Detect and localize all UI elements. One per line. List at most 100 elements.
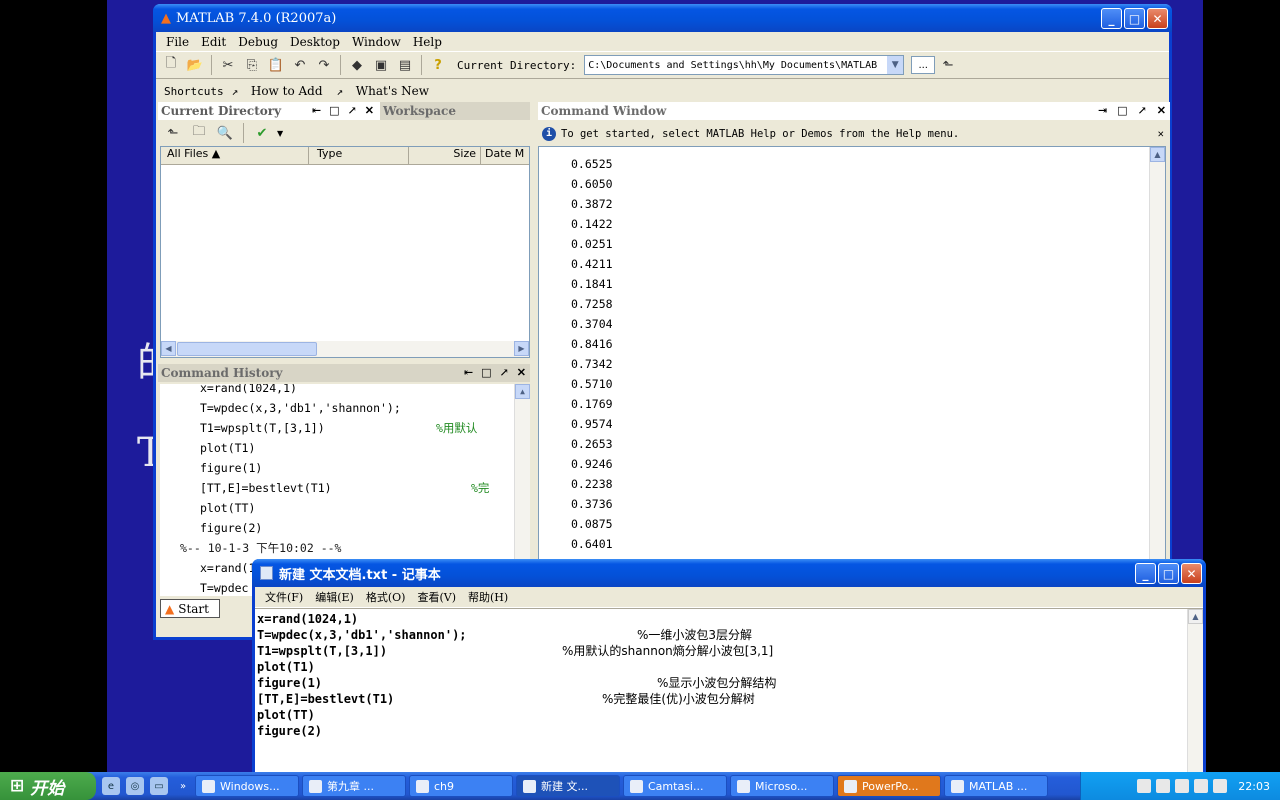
undock-icon[interactable]: □	[329, 104, 339, 117]
history-line[interactable]: x=rand(1024,1)	[166, 384, 512, 398]
paste-icon[interactable]: 📋	[265, 54, 287, 76]
menu-edit[interactable]: Edit	[195, 35, 232, 49]
cw-dock-icon[interactable]: ⇥	[1098, 104, 1107, 117]
menu-help[interactable]: Help	[407, 35, 448, 49]
how-to-add-link[interactable]: ↗ How to Add	[228, 84, 333, 98]
cw-close-icon[interactable]: ✕	[1157, 104, 1166, 117]
tray-security-icon[interactable]	[1213, 779, 1228, 793]
col-size[interactable]: Size	[409, 147, 481, 164]
new-folder-icon[interactable]: 🗀	[188, 122, 210, 144]
quicklaunch-more-icon[interactable]: »	[174, 777, 192, 795]
command-window-output[interactable]: 0.6525 0.6050 0.3872 0.1422 0.0251 0.4211 0.18…	[538, 146, 1166, 622]
history-line[interactable]: T=wpdec(x,3,'db1','shannon');	[166, 398, 512, 418]
browse-button[interactable]: ...	[911, 56, 936, 74]
np-menu-format[interactable]: 格式(O)	[360, 589, 412, 605]
taskbar-task[interactable]: MATLAB ...	[944, 775, 1048, 797]
history-line[interactable]: figure(1)	[166, 458, 512, 478]
current-directory-header[interactable]: Current Directory ⇤ □ ↗ ✕	[158, 102, 380, 120]
history-line[interactable]: plot(T1)	[166, 438, 512, 458]
quicklaunch-media-icon[interactable]: ◎	[126, 777, 144, 795]
open-file-icon[interactable]: 📂	[184, 54, 206, 76]
info-close-icon[interactable]: ✕	[1158, 128, 1164, 140]
history-line[interactable]: figure(2)	[166, 518, 512, 538]
command-window-header[interactable]: Command Window ⇥ □ ↗ ✕	[538, 102, 1170, 120]
notepad-minimize-button[interactable]: _	[1135, 563, 1156, 584]
new-file-icon[interactable]: 🗋	[160, 54, 182, 76]
current-dir-field[interactable]: C:\Documents and Settings\hh\My Document…	[584, 55, 905, 75]
tray-help-icon[interactable]	[1156, 779, 1171, 793]
history-maximize-icon[interactable]: ↗	[500, 366, 509, 379]
copy-icon[interactable]: ⎘	[241, 54, 263, 76]
workspace-tab[interactable]: Workspace	[380, 102, 530, 120]
taskbar-task[interactable]: PowerPo...	[837, 775, 941, 797]
scroll-left-icon[interactable]: ◀	[161, 341, 176, 356]
np-menu-edit[interactable]: 编辑(E)	[309, 589, 360, 605]
up-dir-icon[interactable]: ⬑	[162, 122, 184, 144]
history-close-icon[interactable]: ✕	[517, 366, 526, 379]
tray-keyboard-icon[interactable]	[1137, 779, 1152, 793]
np-scroll-up-icon[interactable]: ▲	[1188, 609, 1203, 624]
close-button[interactable]: ✕	[1147, 8, 1168, 29]
start-button[interactable]: ▲ Start	[160, 599, 220, 618]
command-history-header[interactable]: Command History ⇤ □ ↗ ✕	[158, 364, 530, 382]
maximize-button[interactable]: □	[1124, 8, 1145, 29]
dropdown-arrow-icon[interactable]: ▼	[887, 56, 904, 74]
tray-volume-icon[interactable]	[1194, 779, 1209, 793]
notepad-maximize-button[interactable]: □	[1158, 563, 1179, 584]
col-all-files[interactable]: All Files ▲	[161, 147, 309, 164]
history-scroll-up-icon[interactable]: ▲	[515, 384, 530, 399]
reports-dropdown-icon[interactable]: ▼	[277, 129, 283, 138]
menu-file[interactable]: File	[160, 35, 195, 49]
cw-scrollbar[interactable]: ▲	[1149, 147, 1165, 621]
taskbar-task[interactable]: Windows...	[195, 775, 299, 797]
menu-window[interactable]: Window	[346, 35, 407, 49]
redo-icon[interactable]: ↷	[313, 54, 335, 76]
quicklaunch-desktop-icon[interactable]: ▭	[150, 777, 168, 795]
history-line[interactable]: plot(TT)	[166, 498, 512, 518]
cut-icon[interactable]: ✂	[217, 54, 239, 76]
maximize-panel-icon[interactable]: ↗	[348, 104, 357, 117]
np-menu-help[interactable]: 帮助(H)	[462, 589, 514, 605]
taskbar-task[interactable]: 第九章 ...	[302, 775, 406, 797]
reports-icon[interactable]: ✔	[251, 122, 273, 144]
undo-icon[interactable]: ↶	[289, 54, 311, 76]
menu-debug[interactable]: Debug	[232, 35, 284, 49]
notepad-close-button[interactable]: ✕	[1181, 563, 1202, 584]
shortcuts-label[interactable]: Shortcuts	[160, 85, 228, 98]
taskbar-task[interactable]: 新建 文...	[516, 775, 620, 797]
np-menu-view[interactable]: 查看(V)	[411, 589, 462, 605]
dock-icon[interactable]: ⇤	[312, 104, 321, 117]
whats-new-link[interactable]: ↗ What's New	[333, 84, 439, 98]
scroll-right-icon[interactable]: ▶	[514, 341, 529, 356]
taskbar-task[interactable]: Camtasi...	[623, 775, 727, 797]
notepad-scrollbar[interactable]: ▲	[1187, 609, 1203, 772]
windows-start-button[interactable]: ⊞ 开始	[0, 772, 96, 800]
history-dock-icon[interactable]: ⇤	[464, 366, 473, 379]
history-line[interactable]: %-- 10-1-3 下午10:02 --%	[166, 538, 512, 558]
notepad-text-area[interactable]: x=rand(1024,1) T=wpdec(x,3,'db1','shannon…	[255, 608, 1203, 772]
up-folder-icon[interactable]: ⬑	[937, 54, 959, 76]
col-date[interactable]: Date M	[481, 147, 529, 164]
matlab-titlebar[interactable]: ▲ MATLAB 7.4.0 (R2007a) _ □ ✕	[153, 4, 1172, 32]
taskbar-task[interactable]: ch9	[409, 775, 513, 797]
cw-undock-icon[interactable]: □	[1117, 104, 1127, 117]
quicklaunch-ie-icon[interactable]: e	[102, 777, 120, 795]
minimize-button[interactable]: _	[1101, 8, 1122, 29]
tray-network-icon[interactable]	[1175, 779, 1190, 793]
notepad-titlebar[interactable]: 新建 文本文档.txt - 记事本 _ □ ✕	[252, 559, 1206, 587]
menu-desktop[interactable]: Desktop	[284, 35, 346, 49]
history-line[interactable]: T1=wpsplt(T,[3,1]) %用默认	[166, 418, 512, 438]
tray-clock[interactable]: 22:03	[1238, 780, 1270, 793]
history-line[interactable]: [TT,E]=bestlevt(T1) %完	[166, 478, 512, 498]
col-type[interactable]: Type	[309, 147, 409, 164]
cw-maximize-icon[interactable]: ↗	[1138, 104, 1147, 117]
simulink-icon[interactable]: ◆	[346, 54, 368, 76]
help-icon[interactable]: ?	[427, 54, 449, 76]
np-menu-file[interactable]: 文件(F)	[259, 589, 309, 605]
taskbar-task[interactable]: Microso...	[730, 775, 834, 797]
guide-icon[interactable]: ▣	[370, 54, 392, 76]
find-files-icon[interactable]: 🔍	[214, 122, 236, 144]
close-panel-icon[interactable]: ✕	[365, 104, 374, 117]
history-undock-icon[interactable]: □	[481, 366, 491, 379]
horizontal-scrollbar[interactable]: ◀ ▶	[161, 341, 529, 357]
